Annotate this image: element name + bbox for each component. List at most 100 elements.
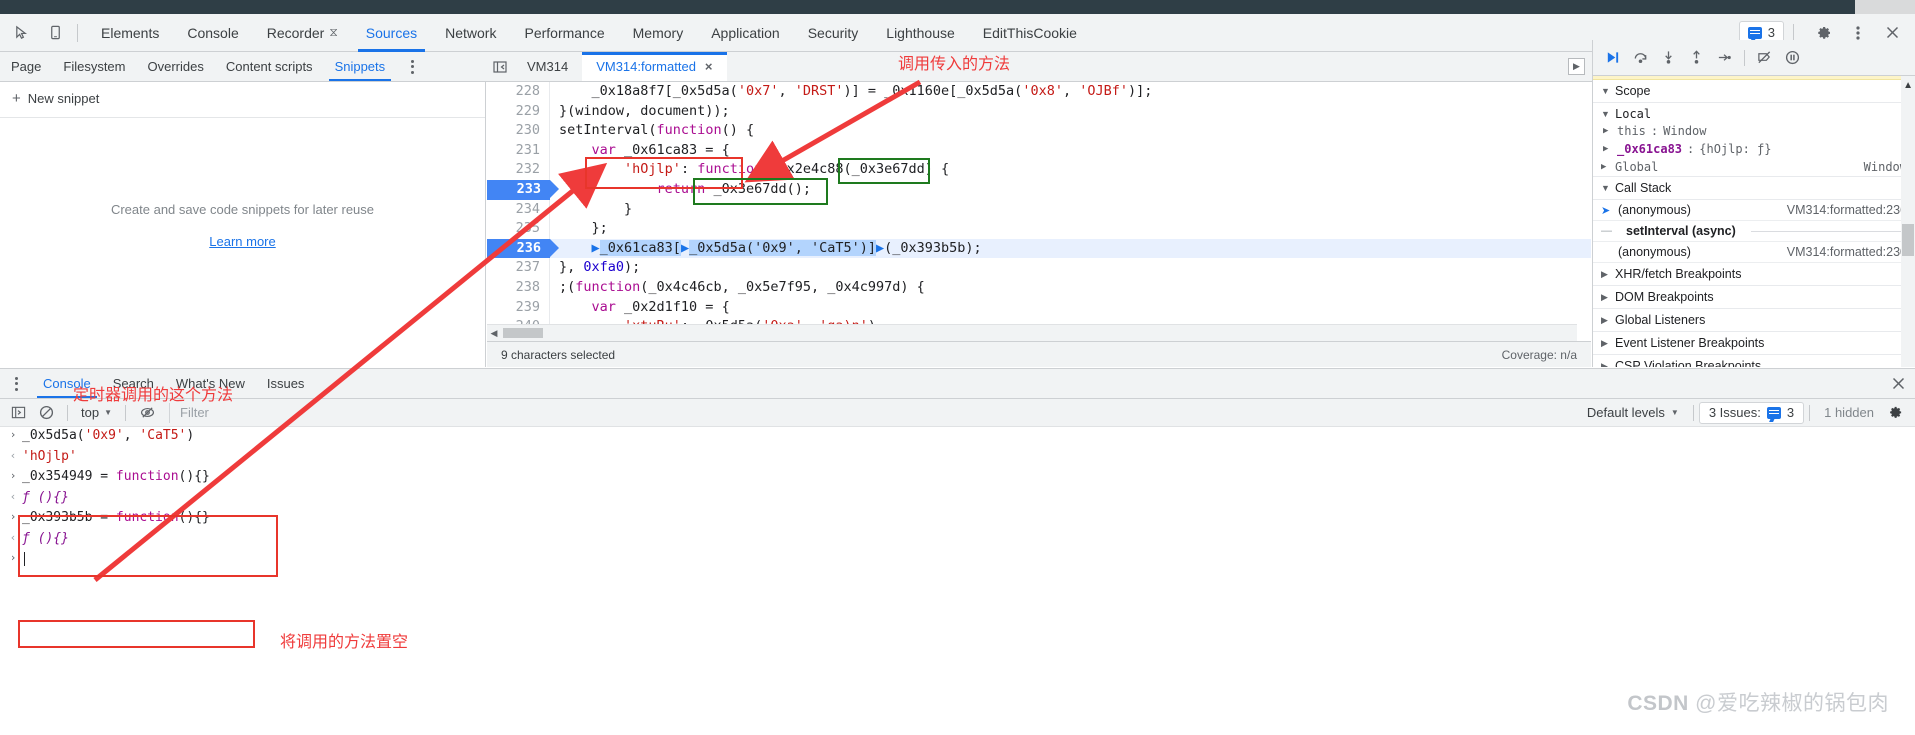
editor-horizontal-scrollbar[interactable]: ◀ [487,324,1577,341]
panel-tab-console[interactable]: Console [173,14,252,52]
line-number[interactable]: 233 [487,179,559,200]
line-number[interactable]: 234 [487,199,550,220]
line-number[interactable]: 237 [487,258,550,278]
editor-tab-vm314-formatted[interactable]: VM314:formatted × [582,52,727,81]
scope-row-global[interactable]: ▶ Global Window [1593,158,1915,177]
console-filter-input[interactable]: Filter [169,402,1568,423]
console-context-selector[interactable]: top ▼ [77,405,116,420]
sidebar-section-xhr-breakpoints[interactable]: ▶ XHR/fetch Breakpoints [1593,263,1915,286]
pause-on-exceptions-icon[interactable] [1780,45,1805,70]
panel-tab-recorder[interactable]: Recorder ⧖ [253,14,352,52]
console-sidebar-icon[interactable] [6,402,30,424]
console-output-row[interactable]: ‹ 'hOjlp' [0,449,1915,470]
drawer-tab-issues[interactable]: Issues [256,369,316,398]
scroll-up-icon[interactable]: ▲ [1903,80,1913,91]
line-number[interactable]: 228 [487,82,550,102]
call-stack-frame[interactable]: (anonymous) VM314:formatted:230 [1593,242,1915,263]
scope-row-local-var[interactable]: ▶ _0x61ca83: {hOjlp: ƒ} [1593,140,1915,158]
editor-tab-vm314[interactable]: VM314 [513,52,582,81]
step-out-icon[interactable] [1684,45,1709,70]
code-text[interactable]: }(window, document)); [550,102,730,122]
code-line[interactable]: 230 setInterval(function() { [487,121,1591,141]
code-line[interactable]: 240 'xtuRu': _0x5d5a('0xa', 'ga)n'), [487,317,1591,324]
step-icon[interactable] [1712,45,1737,70]
line-number[interactable]: 231 [487,140,550,161]
close-icon[interactable] [1881,369,1915,398]
sources-nav-tab-content-scripts[interactable]: Content scripts [215,52,324,81]
code-text[interactable]: }; [550,219,608,239]
line-number[interactable]: 229 [487,101,550,122]
code-text[interactable]: _0x18a8f7[_0x5d5a('0x7', 'DRST')] = _0x1… [550,82,1153,102]
panel-tab-elements[interactable]: Elements [87,14,173,52]
code-line[interactable]: 238 ;(function(_0x4c46cb, _0x5e7f95, _0x4… [487,277,1591,298]
scrollbar-thumb[interactable] [1902,224,1914,256]
code-line[interactable]: 229}(window, document)); [487,101,1591,122]
code-text[interactable]: var _0x2d1f10 = { [550,298,730,318]
code-text[interactable]: ▶_0x61ca83[▶_0x5d5a('0x9', 'CaT5')]▶(_0x… [550,238,982,259]
sidebar-section-global-listeners[interactable]: ▶ Global Listeners [1593,309,1915,332]
console-issues-button[interactable]: 3 Issues: 3 [1698,401,1805,424]
line-number[interactable]: 232 [487,160,550,180]
panel-tab-lighthouse[interactable]: Lighthouse [872,14,969,52]
line-number[interactable]: 240 [487,317,550,324]
step-into-icon[interactable] [1656,45,1681,70]
collapse-sidebar-icon[interactable] [487,52,513,81]
more-tabs-icon[interactable]: ▶ [1568,58,1585,75]
scope-row-this[interactable]: ▶ this: Window [1593,122,1915,140]
panel-tab-network[interactable]: Network [431,14,510,52]
panel-tab-performance[interactable]: Performance [510,14,618,52]
console-input-row[interactable]: › _0x5d5a('0x9', 'CaT5') [0,428,1915,449]
call-stack-frame[interactable]: ➤ (anonymous) VM314:formatted:236 [1593,200,1915,221]
sidebar-scrollbar[interactable]: ▲ [1901,76,1915,367]
inspect-cursor-icon[interactable] [8,20,34,46]
panel-tab-editthiscookie[interactable]: EditThisCookie [969,14,1091,52]
sidebar-section-csp-violation-breakpoints[interactable]: ▶ CSP Violation Breakpoints [1593,355,1915,367]
log-levels-selector[interactable]: Default levels ▼ [1578,402,1688,424]
sources-nav-tab-filesystem[interactable]: Filesystem [52,52,136,81]
code-text[interactable]: 'xtuRu': _0x5d5a('0xa', 'ga)n'), [550,317,884,324]
code-text[interactable]: } [550,200,632,220]
sources-nav-tab-snippets[interactable]: Snippets [324,52,397,81]
line-number[interactable]: 239 [487,297,550,318]
deactivate-breakpoints-icon[interactable] [1752,45,1777,70]
code-text[interactable]: }, 0xfa0); [550,258,640,278]
code-line[interactable]: 236 ▶_0x61ca83[▶_0x5d5a('0x9', 'CaT5')]▶… [487,238,1591,259]
line-number[interactable]: 235 [487,219,550,239]
line-number[interactable]: 238 [487,277,550,298]
close-icon[interactable]: × [705,59,713,74]
sources-nav-tab-page[interactable]: Page [0,52,52,81]
console-prompt-row[interactable]: › [0,551,1915,572]
code-text[interactable]: ;(function(_0x4c46cb, _0x5e7f95, _0x4c99… [550,278,925,298]
code-line[interactable]: 237}, 0xfa0); [487,258,1591,278]
device-toggle-icon[interactable] [42,20,68,46]
code-line[interactable]: 239 var _0x2d1f10 = { [487,297,1591,318]
scope-local-group[interactable]: ▼ Local [1593,103,1915,122]
scroll-left-icon[interactable]: ◀ [487,328,501,339]
new-snippet-button[interactable]: + New snippet [0,82,485,115]
panel-tab-application[interactable]: Application [697,14,794,52]
code-line[interactable]: 234 } [487,199,1591,220]
clear-console-icon[interactable] [34,402,58,424]
sidebar-section-scope[interactable]: ▼ Scope [1593,80,1915,103]
console-input-row[interactable]: › _0x393b5b = function(){} [0,510,1915,531]
console-input-row[interactable]: › _0x354949 = function(){} [0,469,1915,490]
line-number[interactable]: 230 [487,121,550,141]
console-output-row[interactable]: ‹ ƒ (){} [0,531,1915,552]
code-line[interactable]: 235 }; [487,219,1591,239]
drawer-more-icon[interactable] [6,369,26,398]
panel-tab-sources[interactable]: Sources [352,14,431,52]
sidebar-section-event-listener-breakpoints[interactable]: ▶ Event Listener Breakpoints [1593,332,1915,355]
sidebar-section-call-stack[interactable]: ▼ Call Stack [1593,177,1915,200]
learn-more-link[interactable]: Learn more [0,234,485,249]
panel-tab-security[interactable]: Security [794,14,873,52]
resume-script-icon[interactable] [1600,45,1625,70]
scrollbar-thumb[interactable] [503,328,543,338]
code-text[interactable]: setInterval(function() { [550,121,754,141]
step-over-icon[interactable] [1628,45,1653,70]
sources-nav-more-icon[interactable] [402,52,422,81]
code-line[interactable]: 228 _0x18a8f7[_0x5d5a('0x7', 'DRST')] = … [487,82,1591,102]
sources-nav-tab-overrides[interactable]: Overrides [137,52,215,81]
sidebar-section-dom-breakpoints[interactable]: ▶ DOM Breakpoints [1593,286,1915,309]
console-output-row[interactable]: ‹ ƒ (){} [0,490,1915,511]
gear-icon[interactable] [1883,402,1907,424]
